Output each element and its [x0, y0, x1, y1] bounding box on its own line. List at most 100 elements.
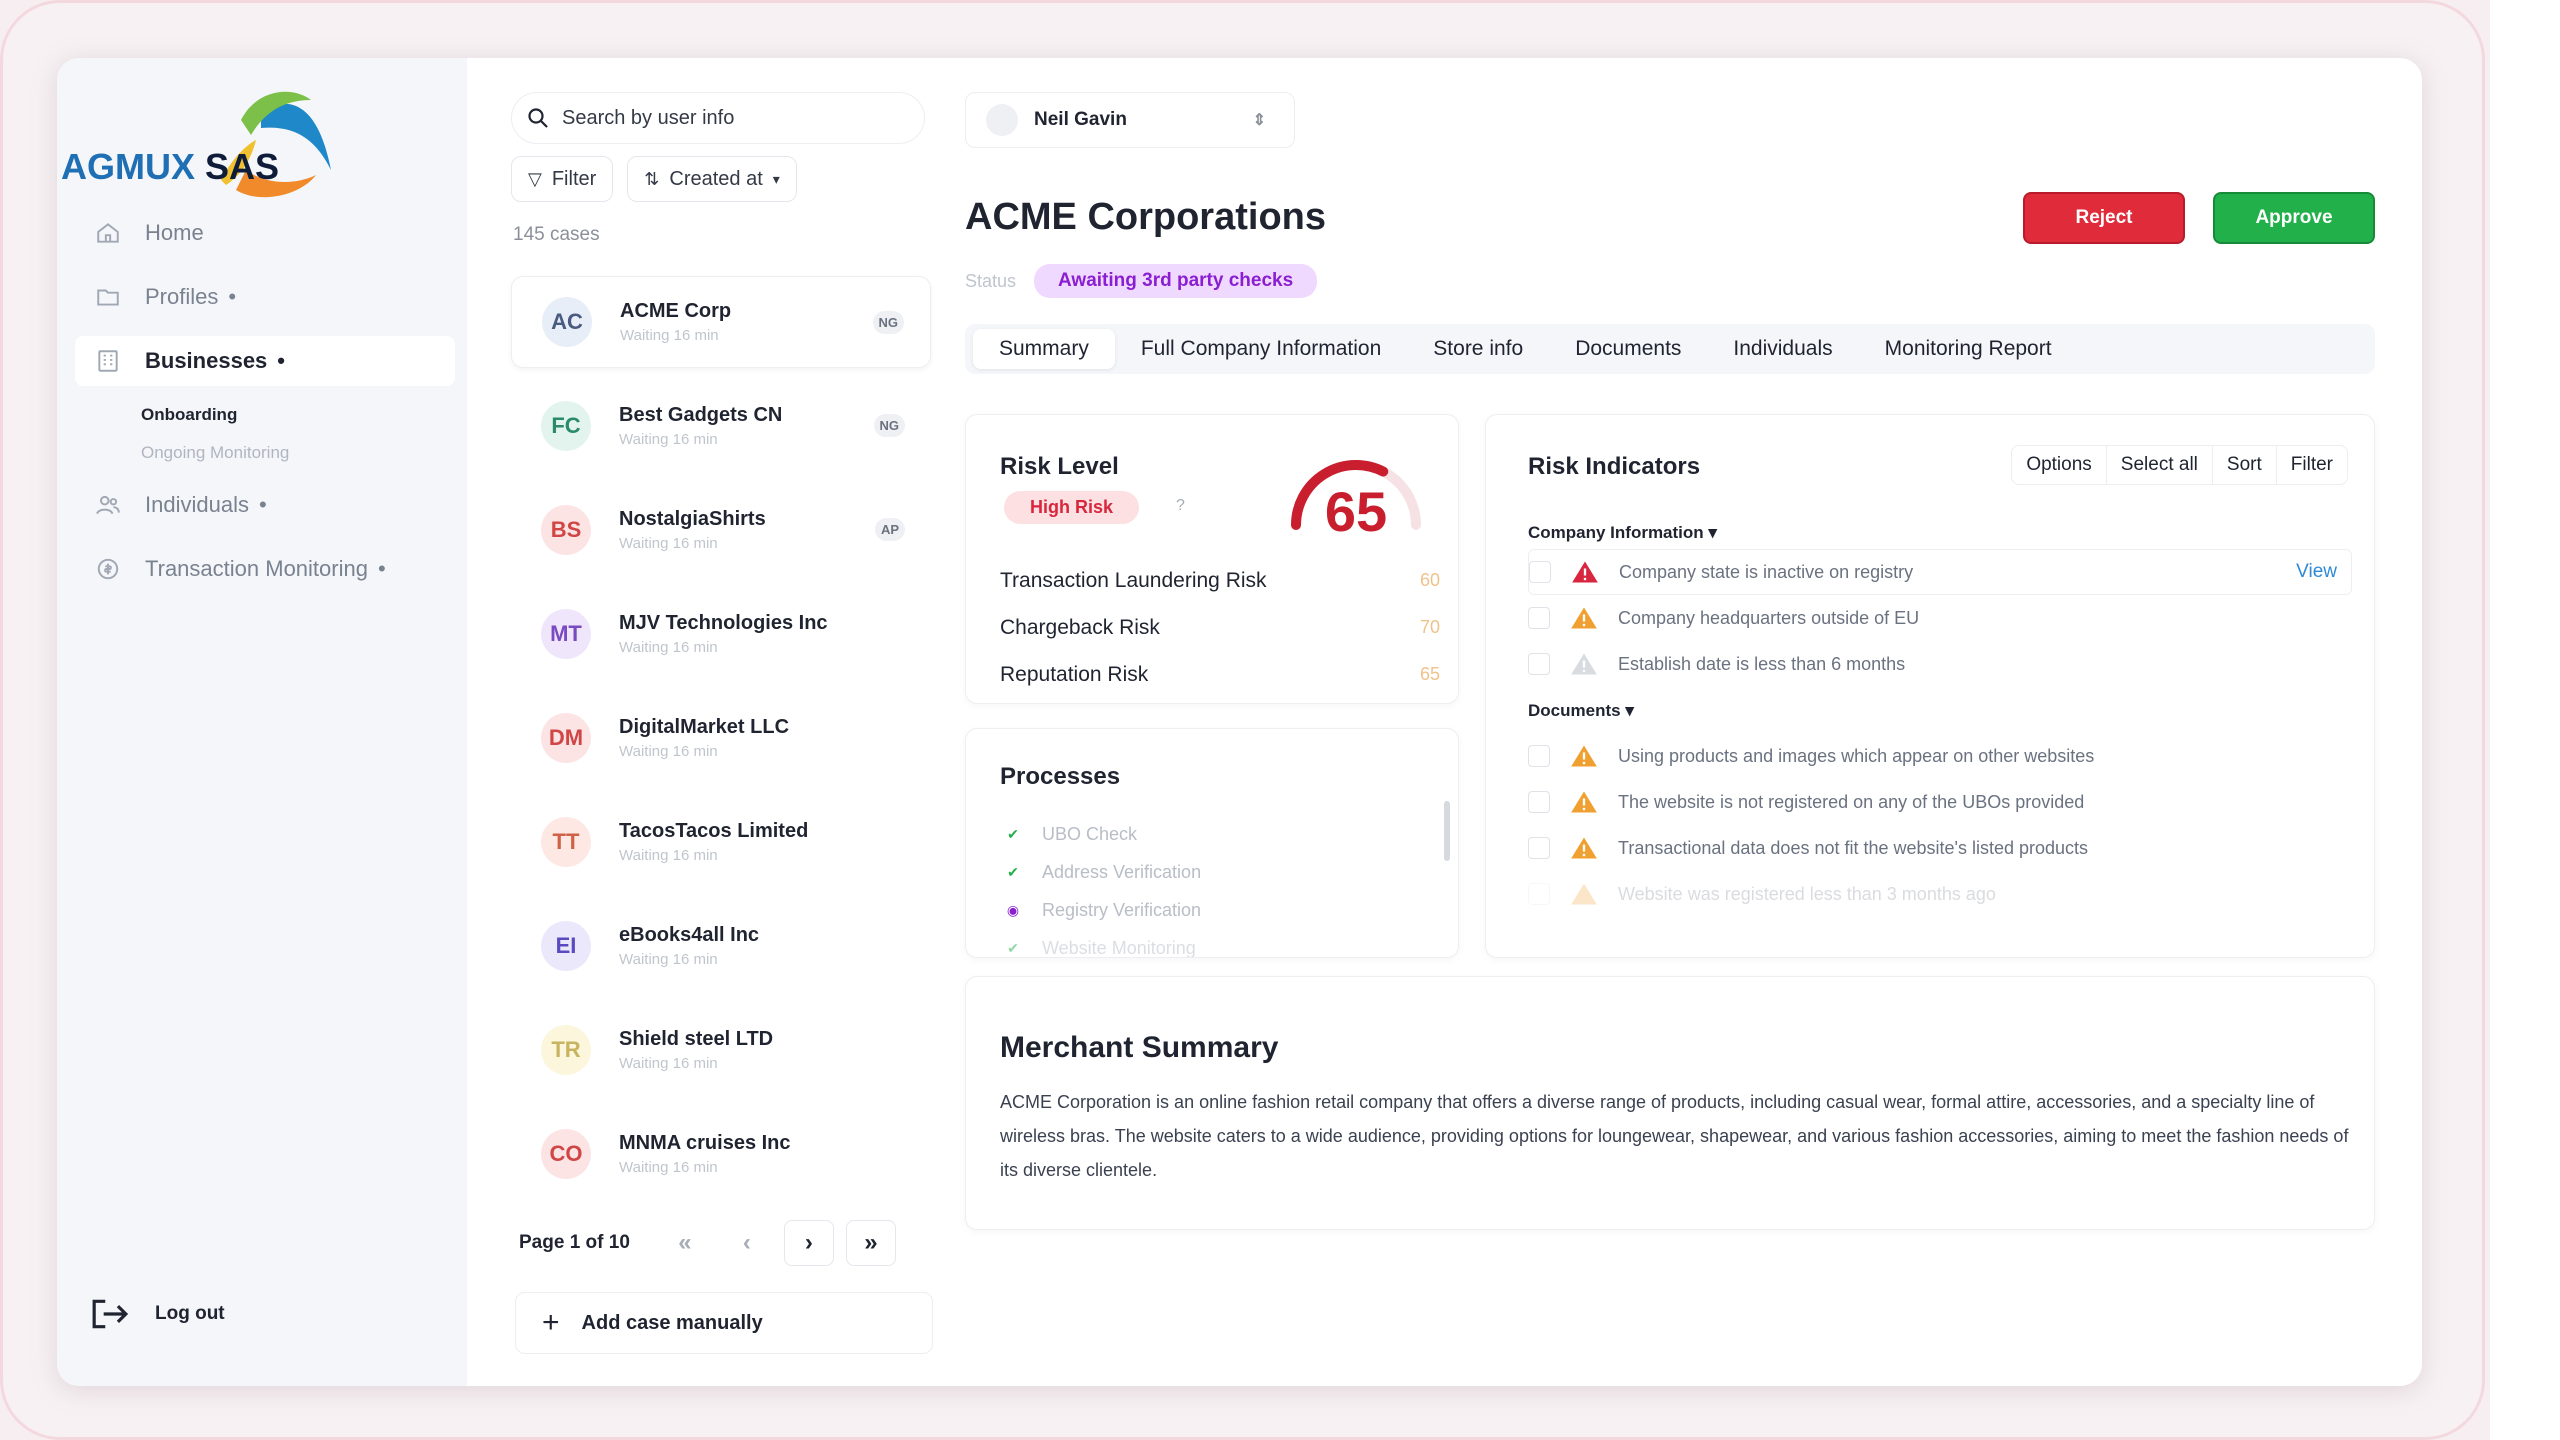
alert-medium-icon [1571, 607, 1597, 629]
indicator-checkbox[interactable] [1528, 791, 1550, 813]
indicator-checkbox[interactable] [1528, 883, 1550, 905]
case-item[interactable]: TR Shield steel LTD Waiting 16 min [511, 1004, 931, 1096]
tab-store-info[interactable]: Store info [1407, 329, 1549, 369]
nav-item-profiles[interactable]: Profiles • [75, 272, 455, 322]
sort-button[interactable]: Sort [2213, 446, 2277, 484]
risk-indicators-card: Risk Indicators Options Select all Sort … [1485, 414, 2375, 958]
nav-item-individuals[interactable]: Individuals • [75, 480, 455, 530]
home-icon [95, 220, 121, 246]
case-wait-time: Waiting 16 min [619, 743, 718, 760]
tab-documents[interactable]: Documents [1549, 329, 1707, 369]
filter-button[interactable]: ▽ Filter [511, 156, 614, 202]
options-button[interactable]: Options [2012, 446, 2107, 484]
search-input[interactable]: Search by user info [511, 92, 925, 144]
risk-indicators-title: Risk Indicators [1528, 453, 1701, 480]
case-item[interactable]: TT TacosTacos Limited Waiting 16 min [511, 796, 931, 888]
first-page-button[interactable]: « [660, 1220, 710, 1266]
nav-item-transaction-monitoring[interactable]: Transaction Monitoring • [75, 544, 455, 594]
indicator-row[interactable]: Website was registered less than 3 month… [1528, 871, 2352, 917]
risk-gauge: 65 [1276, 435, 1436, 543]
indicator-checkbox[interactable] [1529, 561, 1551, 583]
process-item[interactable]: ✔ Website Monitoring [1004, 929, 1201, 958]
help-icon[interactable]: ? [1176, 497, 1185, 515]
processes-card: Processes ✔ UBO Check ✔ Address Verificati… [965, 728, 1459, 958]
process-label: Website Monitoring [1042, 937, 1196, 958]
case-item[interactable]: EI eBooks4all Inc Waiting 16 min [511, 900, 931, 992]
case-name: MJV Technologies Inc [619, 612, 828, 634]
filter-row: ▽ Filter ⇅ Created at ▾ [511, 156, 797, 202]
subnav-item-onboarding[interactable]: Onboarding [141, 396, 455, 434]
process-item[interactable]: ◉ Registry Verification [1004, 891, 1201, 929]
select-all-button[interactable]: Select all [2107, 446, 2213, 484]
assignee-select[interactable]: Neil Gavin ⇕ [965, 92, 1295, 148]
indicator-row[interactable]: Using products and images which appear o… [1528, 733, 2352, 779]
indicator-checkbox[interactable] [1528, 745, 1550, 767]
nav-expand-dot: • [228, 284, 237, 309]
merchant-summary-card: Merchant Summary ACME Corporation is an … [965, 976, 2375, 1230]
view-link[interactable]: View [2296, 561, 2337, 583]
case-item[interactable]: DM DigitalMarket LLC Waiting 16 min [511, 692, 931, 784]
alert-high-icon [1572, 561, 1598, 583]
indicator-row[interactable]: Transactional data does not fit the webs… [1528, 825, 2352, 871]
indicator-label: Company headquarters outside of EU [1618, 607, 1920, 628]
indicator-row[interactable]: The website is not registered on any of … [1528, 779, 2352, 825]
indicator-row[interactable]: Establish date is less than 6 months [1528, 641, 2352, 687]
risk-row: Reputation Risk 65 [1000, 651, 1440, 698]
risk-badge: High Risk [1004, 491, 1140, 524]
case-wait-time: Waiting 16 min [619, 431, 718, 448]
risk-row-value: 70 [1419, 617, 1440, 637]
process-item[interactable]: ✔ UBO Check [1004, 815, 1201, 853]
indicator-label: Transactional data does not fit the webs… [1618, 837, 2089, 858]
section-company-information[interactable]: Company Information ▾ [1528, 523, 1717, 543]
process-item[interactable]: ✔ Address Verification [1004, 853, 1201, 891]
tab-full-company-information[interactable]: Full Company Information [1115, 329, 1407, 369]
case-item[interactable]: FC Best Gadgets CN Waiting 16 min NG [511, 380, 931, 472]
documents-indicator-list: Using products and images which appear o… [1528, 733, 2352, 917]
case-name: Best Gadgets CN [619, 404, 783, 426]
indicator-row[interactable]: Company state is inactive on registry Vi… [1528, 549, 2352, 595]
last-page-button[interactable]: » [845, 1220, 896, 1266]
avatar: FC [541, 401, 591, 451]
add-case-button[interactable]: + Add case manually [515, 1292, 933, 1354]
case-info: ACME Corp Waiting 16 min [620, 300, 731, 344]
logo[interactable]: AGMUX SAS [61, 80, 361, 200]
indicator-row[interactable]: Company headquarters outside of EU [1528, 595, 2352, 641]
case-name: NostalgiaShirts [619, 508, 766, 530]
nav-item-businesses[interactable]: Businesses • [75, 336, 455, 386]
app-window: AGMUX SAS Home Profiles • Businesses • O… [57, 58, 2422, 1386]
subnav-item-ongoing-monitoring[interactable]: Ongoing Monitoring [141, 434, 455, 472]
prev-page-button[interactable]: ‹ [722, 1220, 772, 1266]
indicator-label: Using products and images which appear o… [1618, 745, 2095, 766]
case-item[interactable]: CO MNMA cruises Inc Waiting 16 min [511, 1108, 931, 1200]
indicator-checkbox[interactable] [1528, 837, 1550, 859]
indicator-actions: Options Select all Sort Filter [2011, 445, 2348, 485]
tab-monitoring-report[interactable]: Monitoring Report [1859, 329, 2078, 369]
nav-item-home[interactable]: Home [75, 208, 455, 258]
case-item[interactable]: MT MJV Technologies Inc Waiting 16 min [511, 588, 931, 680]
logo-text: AGMUX SAS [61, 146, 280, 187]
risk-level-title: Risk Level [1000, 453, 1119, 480]
check-icon: ✔ [1007, 825, 1019, 842]
logout-label: Log out [155, 1303, 225, 1324]
indicator-checkbox[interactable] [1528, 607, 1550, 629]
nav-expand-dot: • [277, 348, 285, 373]
approve-button[interactable]: Approve [2213, 192, 2375, 244]
case-item[interactable]: AC ACME Corp Waiting 16 min NG [511, 276, 931, 368]
indicator-checkbox[interactable] [1528, 653, 1550, 675]
indicator-label: Establish date is less than 6 months [1618, 653, 1906, 674]
alert-low-icon [1571, 653, 1597, 675]
alert-medium-icon [1571, 883, 1597, 905]
filter-button[interactable]: Filter [2277, 446, 2347, 484]
scrollbar[interactable] [1444, 801, 1450, 861]
tab-summary[interactable]: Summary [973, 329, 1115, 369]
sort-button[interactable]: ⇅ Created at ▾ [627, 156, 797, 202]
section-documents[interactable]: Documents ▾ [1528, 701, 1634, 721]
reject-button[interactable]: Reject [2023, 192, 2185, 244]
nav-item-label: Businesses [145, 348, 268, 373]
case-name: Shield steel LTD [619, 1028, 774, 1050]
case-item[interactable]: BS NostalgiaShirts Waiting 16 min AP [511, 484, 931, 576]
next-page-button[interactable]: › [783, 1220, 834, 1266]
logout-button[interactable]: Log out [91, 1298, 225, 1330]
avatar: TT [541, 817, 591, 867]
tab-individuals[interactable]: Individuals [1707, 329, 1858, 369]
